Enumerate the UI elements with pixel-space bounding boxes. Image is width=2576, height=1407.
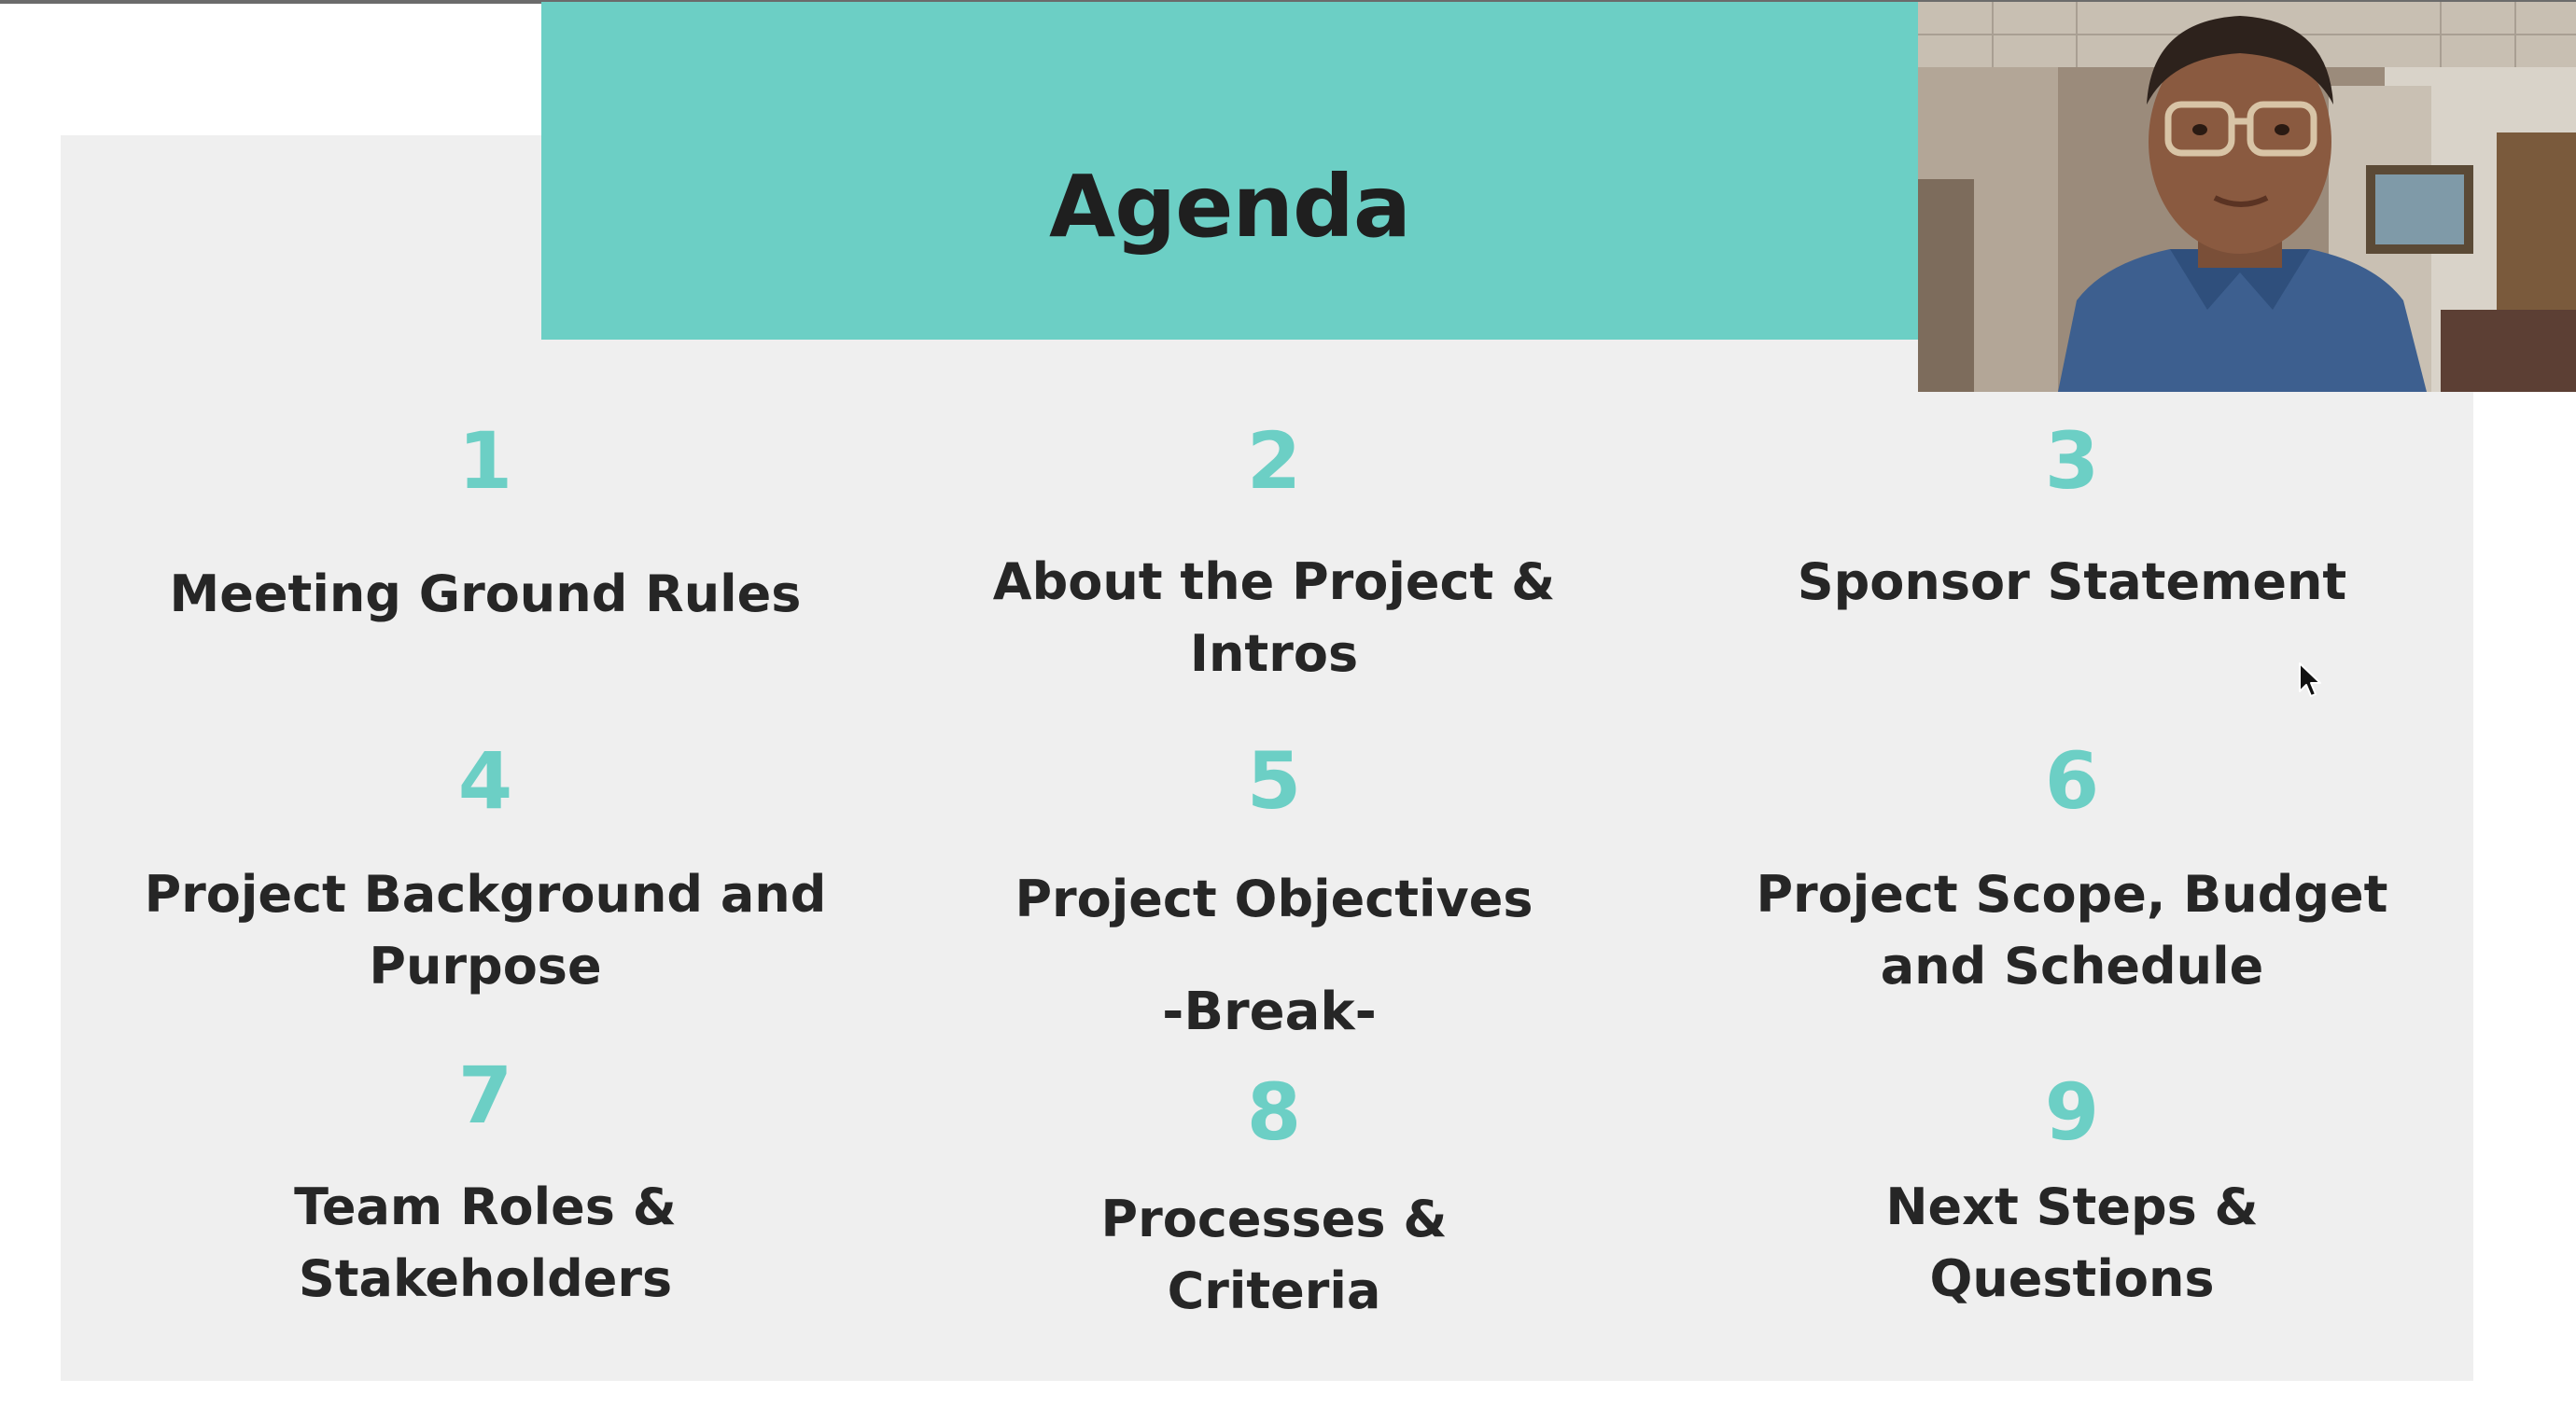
- agenda-item-3-number: 3: [2044, 415, 2100, 507]
- agenda-item-8-label-text: Processes & Criteria: [1100, 1190, 1448, 1320]
- agenda-item-1-label: Meeting Ground Rules: [169, 564, 802, 623]
- agenda-item-6-number: 6: [2044, 735, 2100, 827]
- agenda-item-6-label: Project Scope, Budget and Schedule: [1671, 858, 2473, 1002]
- agenda-item-7-label-text: Team Roles & Stakeholders: [294, 1177, 677, 1308]
- agenda-item-5-number: 5: [1246, 735, 1302, 827]
- mouse-pointer-icon: [2299, 662, 2321, 697]
- agenda-item-7-number: 7: [457, 1050, 513, 1141]
- agenda-item-8-number: 8: [1246, 1066, 1302, 1158]
- agenda-item-9-number: 9: [2044, 1066, 2100, 1158]
- agenda-item-6-label-text: Project Scope, Budget and Schedule: [1756, 865, 2388, 996]
- agenda-item-1-number: 1: [457, 415, 513, 507]
- agenda-item-5-label: Project Objectives: [1015, 870, 1533, 928]
- agenda-item-4-label-text: Project Background and Purpose: [144, 865, 827, 996]
- slide-title: Agenda: [1049, 156, 1411, 257]
- agenda-item-8-label: Processes & Criteria: [873, 1183, 1675, 1327]
- agenda-item-2-number: 2: [1246, 415, 1302, 507]
- agenda-item-3-label: Sponsor Statement: [1797, 552, 2347, 611]
- presenter-webcam[interactable]: [1918, 2, 2576, 392]
- agenda-item-4-number: 4: [457, 735, 513, 827]
- agenda-item-9-label: Next Steps & Questions: [1671, 1171, 2473, 1315]
- agenda-item-9-label-text: Next Steps & Questions: [1885, 1177, 2259, 1308]
- agenda-item-7-label: Team Roles & Stakeholders: [84, 1171, 887, 1315]
- presenter-video-feed: [1918, 2, 2576, 392]
- screen: Agenda 1 Meeting Ground Rules 2 About th…: [0, 0, 2576, 1407]
- break-label: -Break-: [1162, 982, 1377, 1042]
- agenda-item-4-label: Project Background and Purpose: [84, 858, 887, 1002]
- agenda-item-2-label-text: About the Project & Intros: [992, 552, 1556, 683]
- agenda-item-2-label: About the Project & Intros: [873, 546, 1675, 690]
